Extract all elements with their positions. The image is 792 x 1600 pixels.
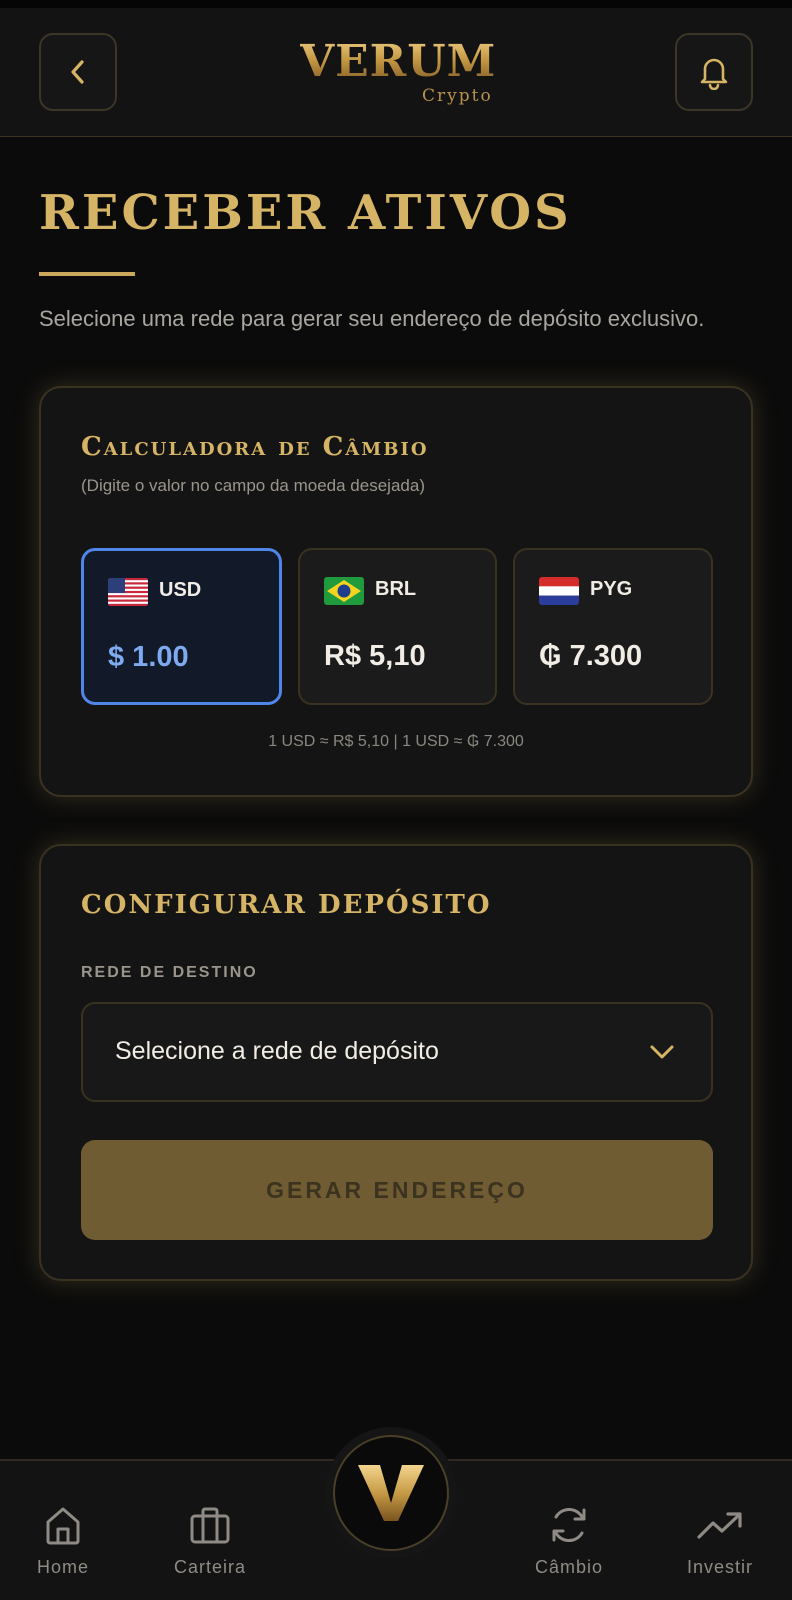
home-icon: [46, 1507, 80, 1545]
currency-value: $ 1.00: [108, 641, 189, 673]
nav-label: Câmbio: [534, 1557, 604, 1577]
currency-input-usd[interactable]: USD $ 1.00: [81, 548, 282, 705]
verum-logo: VERUM Crypto: [300, 36, 500, 116]
exchange-calculator-card: Calculadora de Câmbio (Digite o valor no…: [39, 386, 753, 797]
nav-label: Home: [36, 1557, 89, 1577]
back-button[interactable]: [39, 33, 117, 111]
deposit-title: CONFIGURAR DEPÓSITO: [81, 890, 492, 920]
br-flag-icon: [324, 577, 364, 605]
chevron-down-icon: [650, 1045, 674, 1059]
generate-address-button[interactable]: GERAR ENDEREÇO: [81, 1140, 713, 1240]
nav-label: Carteira: [173, 1557, 247, 1577]
title-underline: [39, 272, 135, 276]
currency-code: PYG: [590, 578, 633, 600]
currency-input-brl[interactable]: BRL R$ 5,10: [298, 548, 497, 705]
status-strip: [0, 0, 792, 8]
trending-up-icon: [697, 1512, 742, 1539]
network-select[interactable]: Selecione a rede de depósito: [81, 1002, 713, 1102]
page-description: Selecione uma rede para gerar seu endere…: [39, 306, 705, 331]
briefcase-icon: [190, 1507, 230, 1544]
currency-value: R$ 5,10: [324, 640, 426, 672]
logo-wordmark: VERUM: [300, 36, 497, 87]
calculator-subtitle: (Digite o valor no campo da moeda deseja…: [81, 476, 425, 495]
network-label: REDE DE DESTINO: [81, 964, 258, 981]
nav-item-invest[interactable]: Investir: [660, 1461, 780, 1600]
logo-subtitle: Crypto: [422, 86, 493, 106]
center-home-button[interactable]: [333, 1435, 449, 1551]
notifications-button[interactable]: [675, 33, 753, 111]
network-select-placeholder: Selecione a rede de depósito: [115, 1037, 439, 1065]
exchange-icon: [552, 1507, 586, 1543]
currency-value: ₲ 7.300: [539, 640, 643, 672]
py-flag-icon: [539, 577, 579, 605]
app-header: VERUM Crypto: [0, 8, 792, 137]
currency-code: USD: [159, 579, 202, 601]
verum-v-logo-icon: [358, 1465, 424, 1521]
bell-icon: [700, 58, 728, 90]
chevron-left-icon: [71, 60, 84, 84]
us-flag-icon: [108, 578, 148, 606]
calculator-title: Calculadora de Câmbio: [81, 432, 429, 462]
nav-label: Investir: [686, 1557, 754, 1577]
currency-input-pyg[interactable]: PYG ₲ 7.300: [513, 548, 713, 705]
currency-code: BRL: [375, 578, 417, 600]
nav-item-home[interactable]: Home: [3, 1461, 123, 1600]
nav-item-exchange[interactable]: Câmbio: [509, 1461, 629, 1600]
nav-item-wallet[interactable]: Carteira: [150, 1461, 270, 1600]
page-title: RECEBER ATIVOS: [39, 185, 572, 241]
deposit-config-card: CONFIGURAR DEPÓSITO REDE DE DESTINO Sele…: [39, 844, 753, 1281]
exchange-rates: 1 USD ≈ R$ 5,10 | 1 USD ≈ ₲ 7.300: [268, 733, 524, 750]
